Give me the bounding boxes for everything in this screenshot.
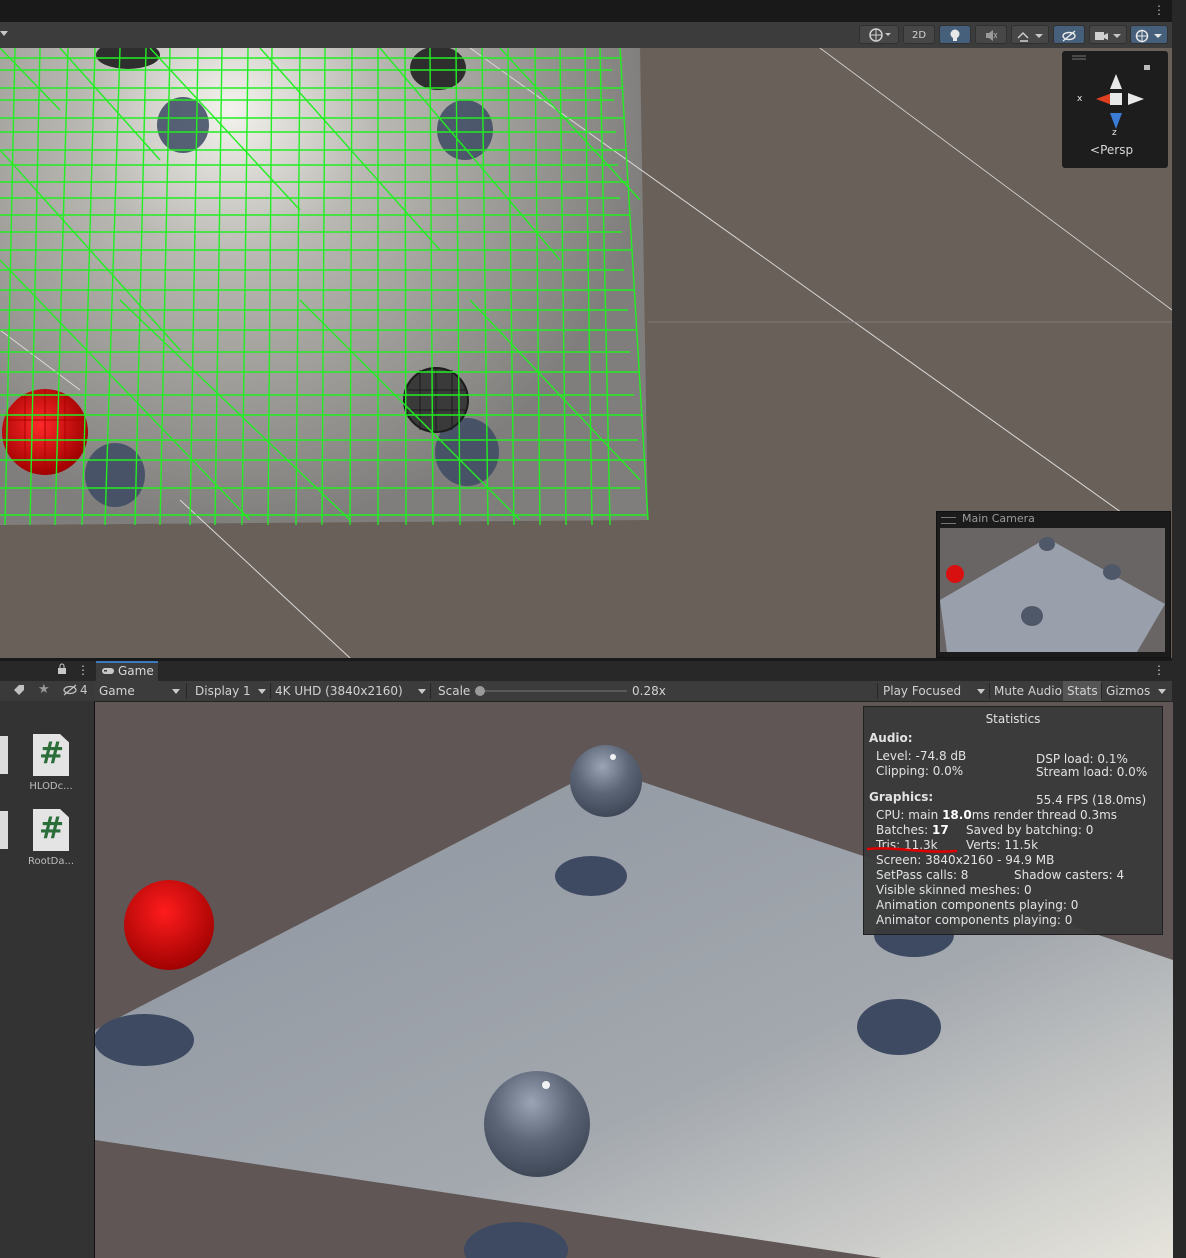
display-select[interactable]: Display 1 <box>195 681 251 701</box>
lock-icon[interactable] <box>57 663 67 678</box>
separator <box>877 683 878 699</box>
scene-toolbar: 2D <box>0 22 1172 49</box>
lightbulb-icon <box>950 29 960 41</box>
dropdown-arrow-icon[interactable] <box>172 689 180 694</box>
lighting-toggle-button[interactable] <box>939 25 971 44</box>
2d-toggle-button[interactable]: 2D <box>903 25 935 44</box>
gizmo-z-label: z <box>1112 128 1117 138</box>
tab-label: Game <box>118 664 154 678</box>
scale-value: 0.28x <box>632 684 666 698</box>
camera-preview-render <box>940 528 1165 652</box>
scale-slider-track[interactable] <box>479 690 627 692</box>
statistics-panel: Statistics Audio: Level: -74.8 dB Clippi… <box>863 706 1163 935</box>
scale-label: Scale <box>438 684 471 698</box>
csharp-script-icon: # <box>39 811 65 846</box>
dropdown-arrow-icon[interactable] <box>977 689 985 694</box>
speaker-muted-icon <box>986 30 998 41</box>
separator <box>186 683 187 699</box>
view-select[interactable]: Game <box>99 681 135 701</box>
file-thumbnail-partial[interactable] <box>0 811 8 849</box>
gizmo-x-label: x <box>1077 94 1083 104</box>
resolution-select[interactable]: 4K UHD (3840x2160) <box>275 681 403 701</box>
chevron-left-icon: < <box>1090 143 1101 157</box>
gizmos-toggle[interactable]: Gizmos <box>1106 681 1150 701</box>
gizmos-scene-button[interactable] <box>1130 25 1168 44</box>
csharp-script-file[interactable]: # <box>33 734 69 776</box>
effects-button[interactable] <box>1011 25 1049 44</box>
inspector-edge <box>1172 0 1186 1258</box>
game-toolbar: Game Display 1 4K UHD (3840x2160) Scale … <box>94 681 1172 702</box>
scene-visibility-button[interactable] <box>1053 25 1085 44</box>
effects-icon <box>1017 32 1043 42</box>
gizmo-globe-icon <box>1135 29 1162 43</box>
more-options-icon[interactable]: ⋮ <box>77 663 89 677</box>
scene-tab-bar: ⋮ <box>0 0 1172 23</box>
csharp-script-icon: # <box>39 736 65 771</box>
mute-audio-toggle[interactable]: Mute Audio <box>994 681 1062 701</box>
project-header: ⋮ <box>0 661 94 681</box>
more-options-icon[interactable]: ⋮ <box>1153 663 1165 677</box>
camera-icon <box>1095 32 1121 40</box>
dropdown-arrow-icon[interactable] <box>1158 689 1166 694</box>
2d-label: 2D <box>911 30 927 41</box>
separator <box>430 683 431 699</box>
shading-mode-button[interactable] <box>859 25 899 44</box>
scale-slider-handle[interactable] <box>475 686 485 696</box>
csharp-script-file[interactable]: # <box>33 809 69 851</box>
file-name[interactable]: HLODc... <box>21 781 81 792</box>
dropdown-arrow-icon[interactable] <box>418 689 426 694</box>
projection-label: Persp <box>1100 143 1134 157</box>
camera-preview-title: Main Camera <box>962 512 1035 525</box>
hidden-packages-icon[interactable] <box>63 684 77 699</box>
label-filter-icon[interactable] <box>13 684 25 699</box>
separator <box>1101 683 1102 699</box>
dropdown-arrow-icon[interactable] <box>258 689 266 694</box>
project-files[interactable]: # HLODc... # RootDa... <box>0 701 94 1258</box>
project-toolbar: ★ 4 <box>0 681 94 701</box>
play-focused-select[interactable]: Play Focused <box>883 681 961 701</box>
file-thumbnail-partial[interactable] <box>0 736 8 774</box>
camera-settings-button[interactable] <box>1089 25 1127 44</box>
drag-handle-icon[interactable] <box>941 517 956 524</box>
tab-game[interactable]: Game <box>96 661 158 681</box>
gamepad-icon <box>101 665 115 680</box>
separator <box>989 683 990 699</box>
globe-icon <box>869 28 891 42</box>
separator <box>270 683 271 699</box>
red-underline-annotation <box>866 847 958 853</box>
projection-toggle[interactable]: <Persp <box>1090 143 1133 157</box>
game-tab-bar: ⋮ <box>94 661 1172 681</box>
camera-preview <box>936 511 1171 658</box>
favorite-star-icon[interactable]: ★ <box>38 682 50 697</box>
dropdown-arrow-icon[interactable] <box>0 31 8 36</box>
audio-toggle-button[interactable] <box>975 25 1007 44</box>
stats-toggle[interactable]: Stats <box>1067 681 1098 701</box>
hidden-count: 4 <box>80 683 88 697</box>
hidden-eye-icon <box>1062 30 1076 42</box>
file-name[interactable]: RootDa... <box>21 856 81 867</box>
more-options-icon[interactable]: ⋮ <box>1153 3 1165 17</box>
